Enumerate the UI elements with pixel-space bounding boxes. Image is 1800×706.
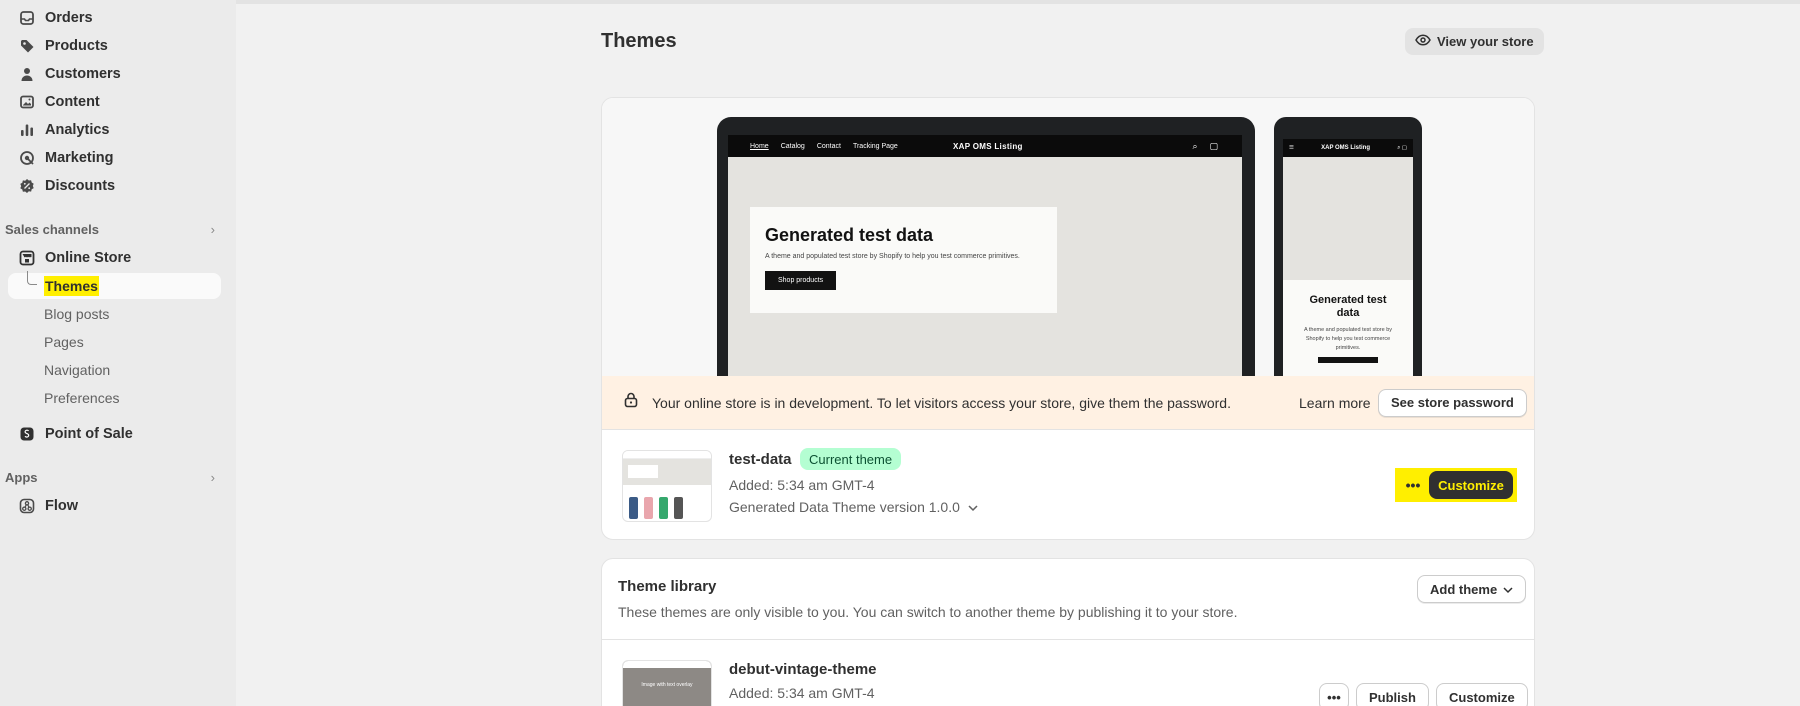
image-icon — [18, 93, 36, 111]
theme-added-time: Added: 5:34 am GMT-4 — [729, 477, 875, 493]
sidebar-item-point-of-sale[interactable]: Point of Sale — [8, 421, 221, 447]
library-theme-row: Image with text overlay debut-vintage-th… — [602, 639, 1534, 706]
sidebar-item-content[interactable]: Content — [8, 89, 221, 115]
password-banner: Your online store is in development. To … — [602, 376, 1534, 429]
sidebar-item-label: Discounts — [45, 178, 116, 194]
person-icon — [18, 65, 36, 83]
sidebar-subitem-themes[interactable]: Themes — [8, 271, 221, 299]
sidebar-item-marketing[interactable]: Marketing — [8, 145, 221, 171]
sidebar-item-label: Products — [45, 38, 108, 54]
preview-store-name: XAP OMS Listing — [953, 141, 1023, 151]
store-icon — [18, 249, 36, 267]
library-more-actions-button[interactable]: ••• — [1319, 683, 1349, 706]
sales-channels-header[interactable]: Sales channels › — [5, 218, 221, 240]
current-theme-card: Home Catalog Contact Tracking Page XAP O… — [601, 97, 1535, 540]
library-customize-button[interactable]: Customize — [1436, 683, 1528, 706]
chevron-down-icon — [968, 499, 978, 515]
sidebar-item-label: Customers — [45, 66, 121, 82]
library-theme-added-time: Added: 5:34 am GMT-4 — [729, 685, 875, 701]
sidebar-item-label: Orders — [45, 10, 93, 26]
eye-icon — [1415, 34, 1431, 49]
search-icon: ⌕ — [1192, 140, 1198, 151]
theme-thumbnail[interactable] — [622, 450, 712, 522]
theme-library-card: Theme library These themes are only visi… — [601, 558, 1535, 706]
view-store-button[interactable]: View your store — [1405, 28, 1544, 55]
customize-button[interactable]: Customize — [1429, 471, 1513, 499]
sidebar-subitem-navigation[interactable]: Navigation — [8, 357, 221, 383]
sidebar-item-online-store[interactable]: Online Store — [8, 245, 221, 271]
sidebar-item-label: Analytics — [45, 122, 110, 138]
learn-more-link[interactable]: Learn more — [1299, 395, 1371, 411]
sidebar-subitem-preferences[interactable]: Preferences — [8, 385, 221, 411]
menu-icon: ☰ — [1289, 145, 1294, 151]
sidebar-item-customers[interactable]: Customers — [8, 61, 221, 87]
sidebar-item-flow[interactable]: Flow — [8, 493, 221, 519]
chevron-down-icon — [1503, 582, 1513, 597]
preview-hero: Generated test data A theme and populate… — [750, 207, 1057, 313]
sidebar-item-label: Content — [45, 94, 100, 110]
theme-version-dropdown[interactable]: Generated Data Theme version 1.0.0 — [729, 499, 978, 515]
pos-icon — [18, 425, 36, 443]
top-divider — [236, 0, 1800, 4]
sidebar-item-label: Online Store — [45, 250, 132, 266]
bar-chart-icon — [18, 121, 36, 139]
library-theme-thumbnail[interactable]: Image with text overlay — [622, 660, 712, 706]
preview-header: Home Catalog Contact Tracking Page XAP O… — [728, 135, 1242, 157]
more-actions-button[interactable]: ••• — [1399, 471, 1427, 499]
chevron-right-icon: › — [210, 469, 215, 485]
sidebar-subitem-pages[interactable]: Pages — [8, 329, 221, 355]
search-icon: ⌕ ▢ — [1397, 144, 1407, 151]
library-theme-name: debut-vintage-theme — [729, 661, 877, 678]
inbox-icon — [18, 9, 36, 27]
desktop-preview: Home Catalog Contact Tracking Page XAP O… — [717, 117, 1255, 376]
theme-name: test-data — [729, 451, 792, 468]
page-title: Themes — [601, 30, 677, 52]
theme-library-subtitle: These themes are only visible to you. Yo… — [618, 604, 1238, 620]
current-theme-row: test-data Current theme Added: 5:34 am G… — [602, 429, 1534, 539]
sidebar-item-label: Point of Sale — [45, 426, 133, 442]
theme-actions-highlight: ••• Customize — [1395, 468, 1517, 502]
tag-icon — [18, 37, 36, 55]
tree-connector — [27, 271, 37, 285]
sidebar-item-orders[interactable]: Orders — [8, 5, 221, 31]
sidebar-item-analytics[interactable]: Analytics — [8, 117, 221, 143]
sidebar-item-discounts[interactable]: Discounts — [8, 173, 221, 199]
sidebar-subitem-blog-posts[interactable]: Blog posts — [8, 301, 221, 327]
add-theme-button[interactable]: Add theme — [1417, 575, 1527, 603]
target-icon — [18, 149, 36, 167]
chevron-right-icon: › — [210, 221, 215, 237]
banner-message: Your online store is in development. To … — [652, 394, 1231, 411]
see-store-password-button[interactable]: See store password — [1378, 388, 1527, 417]
discount-icon — [18, 177, 36, 195]
current-theme-badge: Current theme — [800, 448, 902, 470]
cart-icon: ▢ — [1209, 140, 1218, 151]
sidebar: Orders Products Customers Content Analyt… — [0, 0, 236, 706]
sidebar-item-label: Flow — [45, 498, 79, 514]
mobile-preview: ☰ XAP OMS Listing ⌕ ▢ Generated test dat… — [1274, 117, 1422, 376]
apps-header[interactable]: Apps › — [5, 466, 221, 488]
flow-icon — [18, 497, 36, 515]
publish-button[interactable]: Publish — [1356, 683, 1429, 706]
sidebar-item-label: Marketing — [45, 150, 114, 166]
theme-preview[interactable]: Home Catalog Contact Tracking Page XAP O… — [602, 98, 1534, 376]
lock-icon — [624, 392, 638, 413]
theme-library-title: Theme library — [618, 578, 717, 595]
sidebar-item-products[interactable]: Products — [8, 33, 221, 59]
